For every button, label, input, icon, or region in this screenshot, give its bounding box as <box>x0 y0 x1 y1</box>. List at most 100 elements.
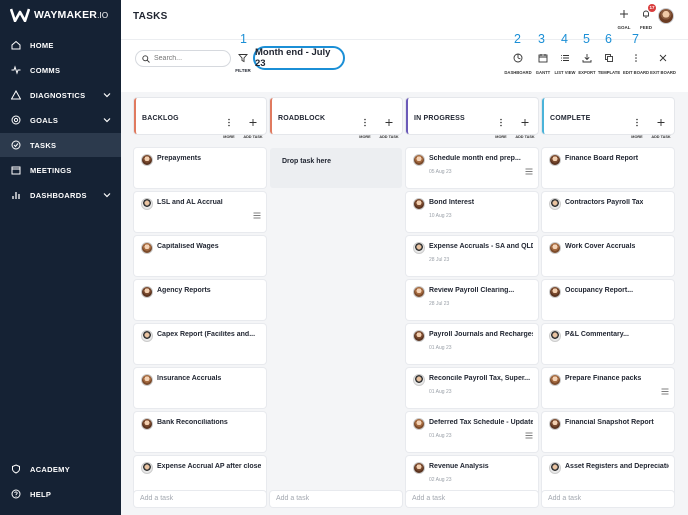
sidebar-item-dashboards[interactable]: DASHBOARDS <box>0 183 121 207</box>
task-card[interactable]: Financial Snapshot Report <box>542 412 674 452</box>
sidebar-item-goals[interactable]: GOALS <box>0 108 121 132</box>
more-label: MORE <box>495 135 507 139</box>
task-card[interactable]: Deferred Tax Schedule - Update... 01 Aug … <box>406 412 538 452</box>
task-title: LSL and AL Accrual <box>157 199 223 206</box>
task-card[interactable]: Bank Reconciliations <box>134 412 266 452</box>
annotation-number: 7 <box>632 32 639 46</box>
drop-zone[interactable]: Drop task here <box>270 148 402 188</box>
task-card[interactable]: Insurance Accruals <box>134 368 266 408</box>
board-name-pill[interactable]: Month end - July 23 <box>253 46 345 70</box>
exit-board-label: EXIT BOARD <box>650 70 676 75</box>
task-title: Insurance Accruals <box>157 375 222 382</box>
task-card[interactable]: Agency Reports <box>134 280 266 320</box>
task-card[interactable]: Prepayments <box>134 148 266 188</box>
description-icon <box>253 212 261 219</box>
sidebar-item-tasks[interactable]: TASKS <box>0 133 121 157</box>
task-card[interactable]: Work Cover Accruals <box>542 236 674 276</box>
search-box[interactable] <box>135 50 231 67</box>
task-title: Bond Interest <box>429 199 475 206</box>
task-due-date: 05 Aug 23 <box>429 169 452 175</box>
sidebar-item-home[interactable]: HOME <box>0 33 121 57</box>
add-task-input[interactable]: Add a task <box>406 491 538 507</box>
task-card[interactable]: Review Payroll Clearing... 28 Jul 23 <box>406 280 538 320</box>
task-card[interactable]: Asset Registers and Depreciation <box>542 456 674 496</box>
task-card[interactable]: Expense Accrual AP after close... <box>134 456 266 496</box>
column-header: IN PROGRESS MORE ADD TASK <box>406 98 538 139</box>
sidebar-item-academy[interactable]: ACADEMY <box>0 457 121 481</box>
column-add-task-button[interactable]: ADD TASK <box>650 114 672 139</box>
task-card[interactable]: Prepare Finance packs <box>542 368 674 408</box>
column-add-task-button[interactable]: ADD TASK <box>378 114 400 139</box>
annotation-number: 6 <box>605 32 612 46</box>
waymaker-logo[interactable]: WAYMAKER.IO <box>10 8 108 22</box>
column-more-button[interactable]: MORE <box>626 114 648 139</box>
task-card[interactable]: Capex Report (Facilites and... <box>134 324 266 364</box>
gantt-calendar-icon <box>538 54 548 63</box>
exit-board-button[interactable]: EXIT BOARD <box>649 50 677 75</box>
sidebar-item-meetings[interactable]: MEETINGS <box>0 158 121 182</box>
goal-button[interactable]: GOAL <box>612 6 636 30</box>
task-card[interactable]: Expense Accruals - SA and QLD 28 Jul 23 <box>406 236 538 276</box>
chevron-down-icon[interactable] <box>103 191 111 199</box>
kebab-icon <box>228 118 230 127</box>
column-header: BACKLOG MORE ADD TASK <box>134 98 266 139</box>
column-in-progress: IN PROGRESS MORE ADD TASK Schedule month… <box>406 92 538 515</box>
task-card[interactable]: Capitalised Wages <box>134 236 266 276</box>
annotation-number: 1 <box>240 32 247 46</box>
feed-badge: 17 <box>648 4 656 12</box>
assignee-avatar <box>549 286 561 298</box>
assignee-avatar <box>141 242 153 254</box>
copy-icon <box>605 54 613 62</box>
search-input[interactable] <box>154 55 224 62</box>
edit-board-button[interactable]: EDIT BOARD <box>622 50 650 75</box>
task-card[interactable]: Revenue Analysis 02 Aug 23 <box>406 456 538 496</box>
task-card[interactable]: Schedule month end prep... 05 Aug 23 <box>406 148 538 188</box>
column-add-task-button[interactable]: ADD TASK <box>242 114 264 139</box>
assignee-avatar <box>413 242 425 254</box>
task-title: Work Cover Accruals <box>565 243 636 250</box>
task-card[interactable]: Bond Interest 10 Aug 23 <box>406 192 538 232</box>
add-task-label: ADD TASK <box>379 135 399 139</box>
task-card[interactable]: Occupancy Report... <box>542 280 674 320</box>
task-title: Capex Report (Facilites and... <box>157 331 256 338</box>
column-more-button[interactable]: MORE <box>490 114 512 139</box>
chevron-down-icon[interactable] <box>103 116 111 124</box>
plus-icon <box>620 10 628 18</box>
task-title: Deferred Tax Schedule - Update... <box>429 419 533 426</box>
sidebar-item-diagnostics[interactable]: DIAGNOSTICS <box>0 83 121 107</box>
more-label: MORE <box>359 135 371 139</box>
dashboard-button[interactable]: DASHBOARD <box>504 50 532 75</box>
assignee-avatar <box>413 286 425 298</box>
kebab-icon <box>635 54 637 62</box>
template-button[interactable]: TEMPLATE <box>595 50 623 75</box>
feed-button[interactable]: 17 FEED <box>634 4 658 30</box>
column-complete: COMPLETE MORE ADD TASK Finance Board Rep… <box>542 92 674 515</box>
column-more-button[interactable]: MORE <box>354 114 376 139</box>
add-task-input[interactable]: Add a task <box>270 491 402 507</box>
task-card[interactable]: Reconcile Payroll Tax, Super... 01 Aug 23 <box>406 368 538 408</box>
chevron-down-icon[interactable] <box>103 91 111 99</box>
target-icon <box>10 114 22 126</box>
task-card[interactable]: Finance Board Report <box>542 148 674 188</box>
filter-button[interactable]: FILTER <box>235 50 251 73</box>
task-card[interactable]: Contractors Payroll Tax <box>542 192 674 232</box>
column-title: COMPLETE <box>550 115 591 122</box>
waymaker-logo-icon <box>10 8 30 22</box>
task-card[interactable]: P&L Commentary... <box>542 324 674 364</box>
column-more-button[interactable]: MORE <box>218 114 240 139</box>
column-add-task-button[interactable]: ADD TASK <box>514 114 536 139</box>
task-card[interactable]: LSL and AL Accrual <box>134 192 266 232</box>
assignee-avatar <box>141 418 153 430</box>
add-task-label: ADD TASK <box>243 135 263 139</box>
user-avatar[interactable] <box>658 8 674 24</box>
sidebar-item-label: DIAGNOSTICS <box>30 90 86 100</box>
check-circle-icon <box>10 139 22 151</box>
task-card[interactable]: Payroll Journals and Recharges 01 Aug 23 <box>406 324 538 364</box>
task-title: Expense Accruals - SA and QLD <box>429 243 533 250</box>
sidebar-item-help[interactable]: HELP <box>0 482 121 506</box>
task-due-date: 28 Jul 23 <box>429 301 450 307</box>
add-task-input[interactable]: Add a task <box>134 491 266 507</box>
add-task-input[interactable]: Add a task <box>542 491 674 507</box>
task-title: Contractors Payroll Tax <box>565 199 644 206</box>
sidebar-item-comms[interactable]: COMMS <box>0 58 121 82</box>
